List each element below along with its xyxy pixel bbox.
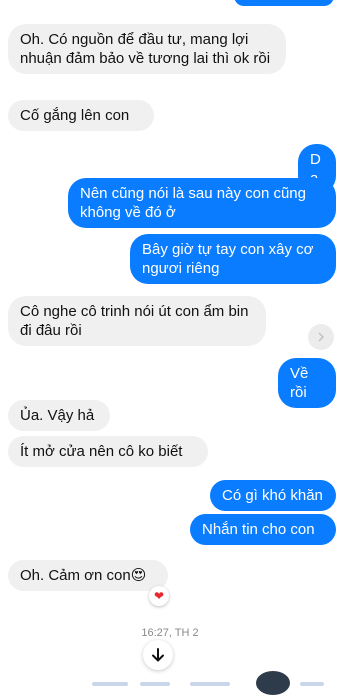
avatar[interactable] xyxy=(256,671,290,695)
blurred-element xyxy=(300,682,324,686)
arrow-down-icon-glyph xyxy=(152,648,164,662)
reaction-glyph: ❤ xyxy=(153,589,165,603)
message-incoming[interactable]: Oh. Cảm ơn con😍 xyxy=(8,560,168,591)
chevron-right-icon-glyph xyxy=(318,332,325,342)
message-incoming[interactable]: Ít mở cửa nên cô ko biết xyxy=(8,436,208,467)
blurred-element xyxy=(92,682,128,686)
top-clipped-bubble xyxy=(234,0,334,6)
message-incoming[interactable]: Cố gắng lên con xyxy=(8,100,154,131)
message-outgoing[interactable]: Nên cũng nói là sau này con cũng không v… xyxy=(68,178,336,228)
blurred-element xyxy=(190,682,230,686)
message-outgoing[interactable]: Về rồi xyxy=(278,358,336,408)
message-timestamp: 16:27, TH 2 xyxy=(141,627,199,639)
message-incoming[interactable]: Oh. Có nguồn để đầu tư, mang lợi nhuận đ… xyxy=(8,24,286,74)
message-incoming[interactable]: Cô nghe cô trinh nói út con ẩm bin đi đâ… xyxy=(8,296,266,346)
chevron-right-icon[interactable] xyxy=(308,324,334,350)
message-outgoing[interactable]: Có gì khó khăn xyxy=(210,480,336,511)
message-outgoing[interactable]: Nhắn tin cho con xyxy=(190,514,336,545)
message-outgoing[interactable]: Bây giờ tự tay con xây cơ ngươi riêng xyxy=(130,234,336,284)
arrow-down-icon[interactable] xyxy=(143,640,173,670)
heart-icon[interactable]: ❤ xyxy=(149,586,169,606)
blurred-element xyxy=(140,682,170,686)
message-incoming[interactable]: Ủa. Vậy hả xyxy=(8,400,110,431)
